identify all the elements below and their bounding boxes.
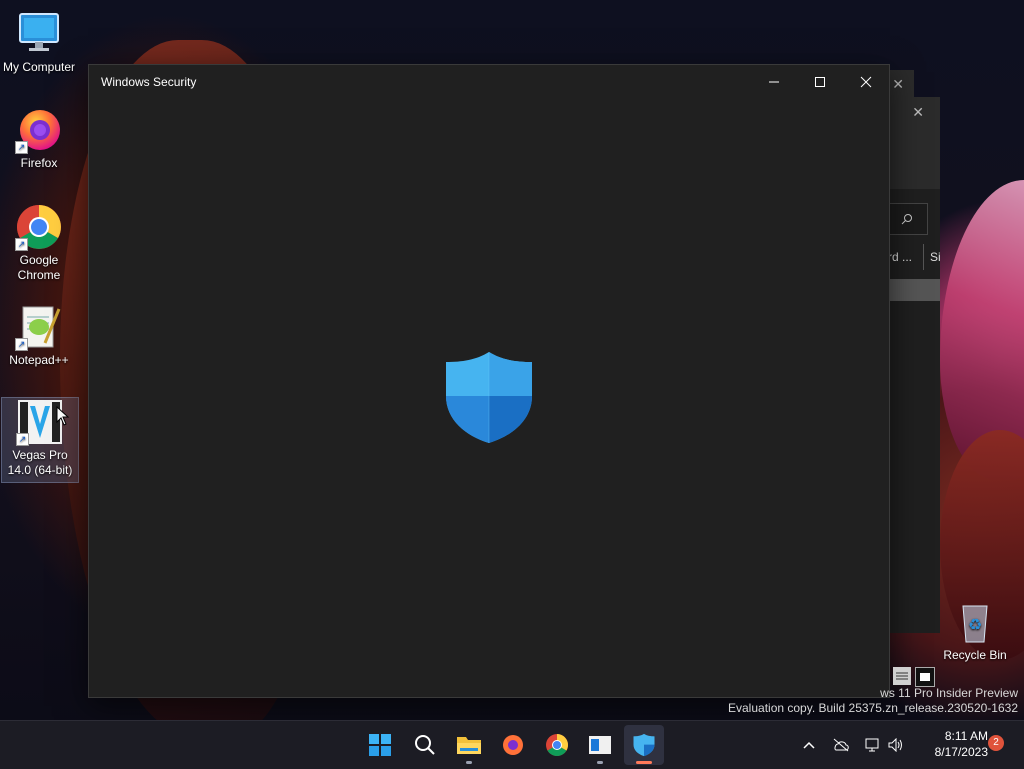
tab-item[interactable]: Si: [930, 250, 941, 264]
details-view-icon[interactable]: [893, 667, 911, 685]
folder-icon: [457, 737, 481, 754]
cloud-offline-icon: [833, 738, 849, 752]
thumbnail-view-icon[interactable]: [915, 667, 935, 687]
watermark-line: ws 11 Pro Insider Preview: [880, 686, 1018, 700]
recycle-bin-icon: ♻: [951, 598, 999, 646]
search-box[interactable]: [886, 203, 928, 235]
desktop-icon-label: Recycle Bin: [943, 648, 1007, 662]
firefox-icon: [503, 735, 523, 755]
windows-security-shield-logo: [444, 350, 534, 445]
shortcut-arrow-icon: ↗: [16, 433, 29, 446]
taskbar-firefox[interactable]: [493, 725, 533, 765]
taskbar-clock[interactable]: 8:11 AM 8/17/2023: [916, 728, 988, 760]
close-icon[interactable]: ✕: [912, 104, 924, 121]
shield-icon: [633, 733, 655, 757]
minimize-button[interactable]: [751, 65, 797, 99]
window-title: Windows Security: [101, 75, 197, 89]
active-indicator: [636, 761, 652, 764]
desktop-icon-my-computer[interactable]: My Computer: [1, 10, 77, 75]
desktop-icon-firefox[interactable]: ↗ Firefox: [1, 106, 77, 171]
selected-row[interactable]: [886, 279, 940, 301]
notification-badge[interactable]: 2: [988, 735, 1004, 751]
desktop-icon-label: Google Chrome: [17, 253, 61, 282]
start-button[interactable]: [360, 725, 400, 765]
shield-icon: [446, 352, 532, 443]
monitor-icon: [15, 10, 63, 58]
maximize-icon: [815, 77, 825, 87]
evaluation-watermark: ws 11 Pro Insider Preview Evaluation cop…: [728, 686, 1018, 716]
taskbar: 8:11 AM 8/17/2023: [0, 720, 1024, 769]
search-icon: [901, 214, 912, 225]
shortcut-arrow-icon: ↗: [15, 338, 28, 351]
taskbar-chrome[interactable]: [537, 725, 577, 765]
windows-security-window[interactable]: Windows Security: [88, 64, 890, 698]
chrome-icon: ↗: [15, 203, 63, 251]
taskbar-windows-security[interactable]: [624, 725, 664, 765]
desktop-icon-label: Vegas Pro 14.0 (64-bit): [7, 448, 73, 477]
network-icon: [865, 738, 879, 752]
watermark-line: Evaluation copy. Build 25375.zn_release.…: [728, 701, 1018, 715]
running-indicator: [466, 761, 472, 764]
desktop-icon-notepadpp[interactable]: ↗ Notepad++: [1, 303, 77, 368]
title-bar[interactable]: Windows Security: [89, 65, 889, 99]
speaker-icon: [888, 738, 902, 752]
show-hidden-icons-button[interactable]: [800, 721, 818, 769]
divider: [923, 244, 924, 270]
close-button[interactable]: [843, 65, 889, 99]
mouse-cursor-icon: [56, 406, 70, 426]
desktop-icon-chrome[interactable]: ↗ Google Chrome: [1, 203, 77, 283]
desktop-icon-recycle-bin[interactable]: ♻ Recycle Bin: [937, 598, 1013, 663]
shortcut-arrow-icon: ↗: [15, 238, 28, 251]
running-indicator: [597, 761, 603, 764]
desktop-icon-label: My Computer: [2, 60, 76, 74]
taskbar-app-window[interactable]: [580, 725, 620, 765]
onedrive-tray-button[interactable]: [830, 721, 852, 769]
taskbar-file-explorer[interactable]: [449, 725, 489, 765]
background-window[interactable]: ✕ rd ... Si: [886, 97, 941, 633]
tab-item[interactable]: rd ...: [888, 250, 912, 264]
minimize-icon: [769, 81, 779, 83]
search-button[interactable]: [405, 725, 445, 765]
close-icon: [860, 76, 872, 88]
volume-tray-button[interactable]: [886, 721, 906, 769]
chrome-icon: [546, 734, 568, 756]
desktop-icon-label: Firefox: [20, 156, 58, 170]
desktop-icon-label: Notepad++: [9, 353, 69, 367]
firefox-icon: ↗: [15, 106, 63, 154]
maximize-button[interactable]: [797, 65, 843, 99]
close-icon[interactable]: ✕: [892, 76, 904, 93]
network-tray-button[interactable]: [862, 721, 884, 769]
chevron-up-icon: [803, 741, 815, 749]
clock-date: 8/17/2023: [934, 745, 988, 759]
clock-time: 8:11 AM: [944, 729, 988, 743]
shortcut-arrow-icon: ↗: [15, 141, 28, 154]
windows-start-icon: [369, 734, 391, 756]
svg-text:♻: ♻: [968, 617, 982, 634]
app-window-icon: [589, 736, 611, 754]
notepadpp-icon: ↗: [15, 303, 63, 351]
search-icon: [415, 735, 435, 755]
